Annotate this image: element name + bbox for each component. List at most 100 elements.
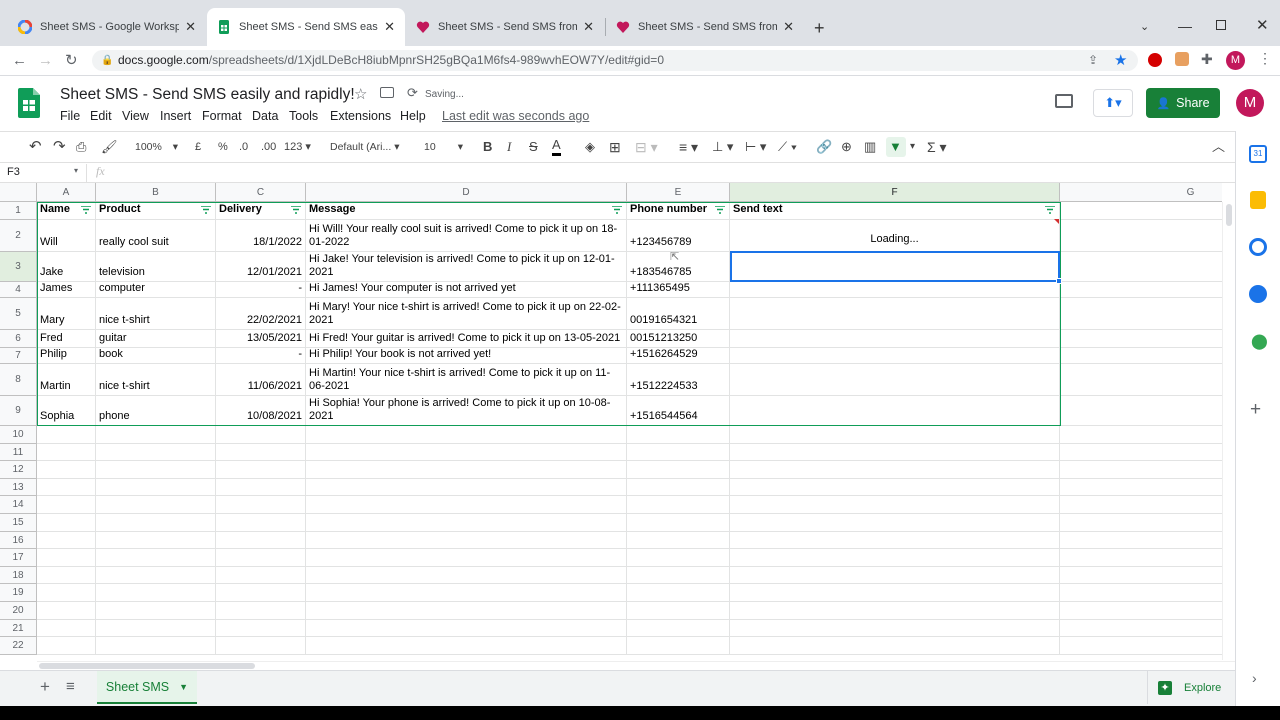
filter-button-icon[interactable] — [612, 206, 622, 214]
cell[interactable] — [37, 602, 96, 620]
all-sheets-icon[interactable]: ≡ — [66, 678, 75, 695]
cell[interactable] — [730, 514, 1060, 532]
data-cell-name[interactable]: Jake — [37, 252, 96, 282]
row-header-10[interactable]: 10 — [0, 426, 37, 444]
row-header-1[interactable]: 1 — [0, 202, 37, 220]
cell[interactable] — [96, 478, 216, 497]
cell[interactable] — [216, 461, 306, 479]
filter-button-icon[interactable] — [1045, 206, 1055, 214]
cell[interactable] — [96, 496, 216, 514]
cell[interactable] — [96, 566, 216, 585]
data-cell-message[interactable]: Hi Philip! Your book is not arrived yet! — [306, 348, 627, 364]
cell[interactable] — [216, 619, 306, 638]
more-formats-button[interactable]: 123 ▾ — [284, 137, 311, 157]
cell[interactable] — [216, 496, 306, 514]
cell[interactable] — [306, 602, 627, 620]
back-arrow-icon[interactable]: ← — [12, 52, 27, 69]
currency-button[interactable]: £ — [195, 137, 201, 157]
cell[interactable] — [1060, 364, 1222, 396]
strikethrough-icon[interactable]: S — [529, 137, 538, 157]
cell[interactable] — [1060, 330, 1222, 348]
cell[interactable] — [96, 619, 216, 638]
row-header-17[interactable]: 17 — [0, 549, 37, 567]
data-cell-phone[interactable]: 00191654321 — [627, 298, 730, 330]
cell[interactable] — [306, 478, 627, 497]
cell[interactable] — [37, 514, 96, 532]
cell[interactable] — [306, 461, 627, 479]
cell[interactable] — [730, 566, 1060, 585]
star-icon[interactable]: ☆ — [354, 85, 367, 103]
cell[interactable] — [1060, 348, 1222, 364]
row-header-16[interactable]: 16 — [0, 531, 37, 550]
cell[interactable] — [216, 443, 306, 462]
print-icon[interactable]: ⎙ — [76, 137, 86, 157]
cell[interactable] — [730, 637, 1060, 655]
cell[interactable] — [37, 496, 96, 514]
cell[interactable] — [627, 496, 730, 514]
cell[interactable] — [730, 461, 1060, 479]
cell[interactable] — [216, 584, 306, 602]
data-cell-product[interactable]: book — [96, 348, 216, 364]
data-cell-send[interactable] — [730, 252, 1060, 282]
increase-decimal-button[interactable]: .00 — [261, 137, 276, 157]
filter-button-icon[interactable] — [81, 206, 91, 214]
cell[interactable] — [730, 584, 1060, 602]
cell[interactable] — [627, 478, 730, 497]
row-header-20[interactable]: 20 — [0, 602, 37, 620]
redo-icon[interactable]: ↷ — [53, 137, 66, 157]
cell[interactable] — [627, 461, 730, 479]
menu-help[interactable]: Help — [400, 109, 426, 123]
data-cell-send[interactable] — [730, 282, 1060, 298]
data-cell-delivery[interactable]: 18/1/2022 — [216, 220, 306, 252]
cell[interactable] — [730, 602, 1060, 620]
link-icon[interactable]: 🔗 — [816, 137, 832, 157]
cell[interactable] — [306, 496, 627, 514]
minimize-button[interactable]: — — [1178, 18, 1192, 34]
cell[interactable] — [216, 514, 306, 532]
data-cell-send[interactable] — [730, 364, 1060, 396]
collapse-toolbar-icon[interactable]: ︿ — [1212, 137, 1225, 157]
bold-icon[interactable]: B — [483, 137, 492, 157]
selection-drag-handle[interactable] — [1056, 278, 1062, 284]
menu-file[interactable]: File — [60, 109, 80, 123]
cell[interactable] — [1060, 637, 1222, 655]
header-cell-a[interactable]: Name — [37, 202, 96, 220]
data-cell-message[interactable]: Hi Mary! Your nice t-shirt is arrived! C… — [306, 298, 627, 330]
address-bar[interactable]: 🔒 docs.google.com/spreadsheets/d/1XjdLDe… — [92, 50, 1138, 71]
data-cell-product[interactable]: really cool suit — [96, 220, 216, 252]
new-tab-button[interactable]: + — [814, 18, 825, 38]
cell[interactable] — [1060, 620, 1222, 638]
reload-icon[interactable]: ↻ — [65, 51, 78, 69]
data-cell-delivery[interactable]: 12/01/2021 — [216, 252, 306, 282]
cell[interactable] — [730, 496, 1060, 514]
fill-color-icon[interactable]: ◈ — [585, 137, 595, 157]
menu-insert[interactable]: Insert — [160, 109, 191, 123]
data-cell-name[interactable]: Will — [37, 220, 96, 252]
data-cell-phone[interactable]: 00151213250 — [627, 330, 730, 348]
extension-icon[interactable] — [1175, 52, 1189, 66]
chart-icon[interactable]: ▥ — [864, 137, 876, 157]
cell[interactable] — [96, 602, 216, 620]
cell[interactable] — [627, 549, 730, 567]
puzzle-icon[interactable]: ✚ — [1201, 51, 1213, 68]
font-select[interactable]: Default (Ari... ▾ — [330, 137, 399, 157]
data-cell-message[interactable]: Hi Will! Your really cool suit is arrive… — [306, 220, 627, 252]
move-folder-icon[interactable] — [380, 87, 394, 98]
cell[interactable] — [1060, 496, 1222, 514]
text-wrapping-icon[interactable]: ⊢ ▾ — [745, 137, 766, 157]
row-header-3[interactable]: 3 — [0, 252, 37, 282]
maps-icon[interactable]: ⬤ — [1251, 332, 1268, 350]
row-header-5[interactable]: 5 — [0, 298, 37, 330]
merge-cells-icon[interactable]: ⊟ ▾ — [635, 137, 658, 157]
cell[interactable] — [627, 531, 730, 550]
menu-extensions[interactable]: Extensions — [330, 109, 391, 123]
account-avatar[interactable]: M — [1236, 89, 1264, 117]
functions-icon[interactable]: Σ ▾ — [927, 137, 947, 157]
cell[interactable] — [1060, 298, 1222, 330]
cell[interactable] — [627, 584, 730, 602]
cell[interactable] — [306, 443, 627, 462]
select-all-corner[interactable] — [0, 183, 37, 202]
add-addon-icon[interactable]: + — [1250, 399, 1261, 421]
data-cell-phone[interactable]: +123456789 — [627, 220, 730, 252]
close-tab-icon[interactable]: ✕ — [384, 19, 395, 35]
